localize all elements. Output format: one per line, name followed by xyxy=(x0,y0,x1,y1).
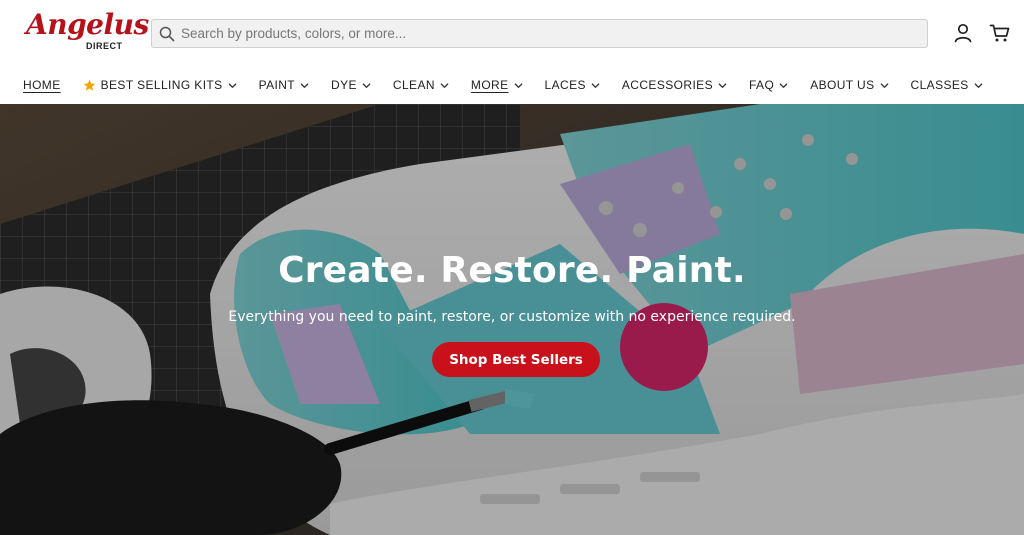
hero-title: Create. Restore. Paint. xyxy=(278,250,746,291)
nav-item-best-selling-kits[interactable]: BEST SELLING KITS xyxy=(83,66,237,104)
chevron-down-icon xyxy=(880,82,888,88)
search-bar[interactable] xyxy=(151,19,928,48)
chevron-down-icon xyxy=(228,82,236,88)
nav-item-paint[interactable]: PAINT xyxy=(259,66,309,104)
shop-best-sellers-button[interactable]: Shop Best Sellers xyxy=(432,342,600,377)
chevron-down-icon xyxy=(300,82,309,88)
site-header: Angelus DIRECT xyxy=(0,0,1024,66)
logo-script-text: Angelus xyxy=(26,8,149,41)
star-icon xyxy=(83,79,95,91)
nav-item-label: ABOUT US xyxy=(810,78,875,92)
chevron-down-icon xyxy=(591,82,600,88)
nav-item-faq[interactable]: FAQ xyxy=(749,66,788,104)
search-input[interactable] xyxy=(181,20,901,47)
account-icon[interactable] xyxy=(952,22,974,44)
hero-subtitle: Everything you need to paint, restore, o… xyxy=(228,309,796,325)
angelus-logo[interactable]: Angelus DIRECT xyxy=(24,8,149,54)
nav-item-label: CLASSES xyxy=(910,78,969,92)
nav-item-label: FAQ xyxy=(748,78,775,92)
logo-sub-text: DIRECT xyxy=(86,41,123,51)
nav-item-classes[interactable]: CLASSES xyxy=(911,66,983,104)
nav-item-label: PAINT xyxy=(258,78,296,92)
nav-item-about-us[interactable]: ABOUT US xyxy=(810,66,888,104)
search-icon xyxy=(159,26,175,41)
nav-item-label: DYE xyxy=(331,78,357,92)
nav-item-laces[interactable]: LACES xyxy=(545,66,600,104)
chevron-down-icon xyxy=(974,82,983,88)
hero-banner: Create. Restore. Paint. Everything you n… xyxy=(0,104,1024,535)
nav-item-label: MORE xyxy=(470,78,509,92)
nav-item-label: ACCESSORIES xyxy=(621,78,713,92)
nav-item-label: HOME xyxy=(23,78,61,92)
chevron-down-icon xyxy=(718,82,727,88)
nav-item-more[interactable]: MORE xyxy=(471,66,523,104)
nav-item-label: BEST SELLING KITS xyxy=(100,78,223,92)
nav-item-accessories[interactable]: ACCESSORIES xyxy=(622,66,727,104)
cart-icon[interactable] xyxy=(989,22,1011,44)
main-nav: HOME BEST SELLING KITS PAINT DYE CLEAN MORE LA… xyxy=(0,66,1024,104)
nav-list: HOME BEST SELLING KITS PAINT DYE CLEAN MORE LA… xyxy=(23,66,1005,104)
chevron-down-icon xyxy=(362,82,371,88)
nav-item-clean[interactable]: CLEAN xyxy=(393,66,449,104)
nav-item-dye[interactable]: DYE xyxy=(331,66,371,104)
nav-item-label: CLEAN xyxy=(392,78,435,92)
nav-item-home[interactable]: HOME xyxy=(23,66,61,104)
chevron-down-icon xyxy=(779,82,788,88)
chevron-down-icon xyxy=(514,82,522,88)
nav-item-label: LACES xyxy=(544,78,586,92)
chevron-down-icon xyxy=(440,82,449,88)
